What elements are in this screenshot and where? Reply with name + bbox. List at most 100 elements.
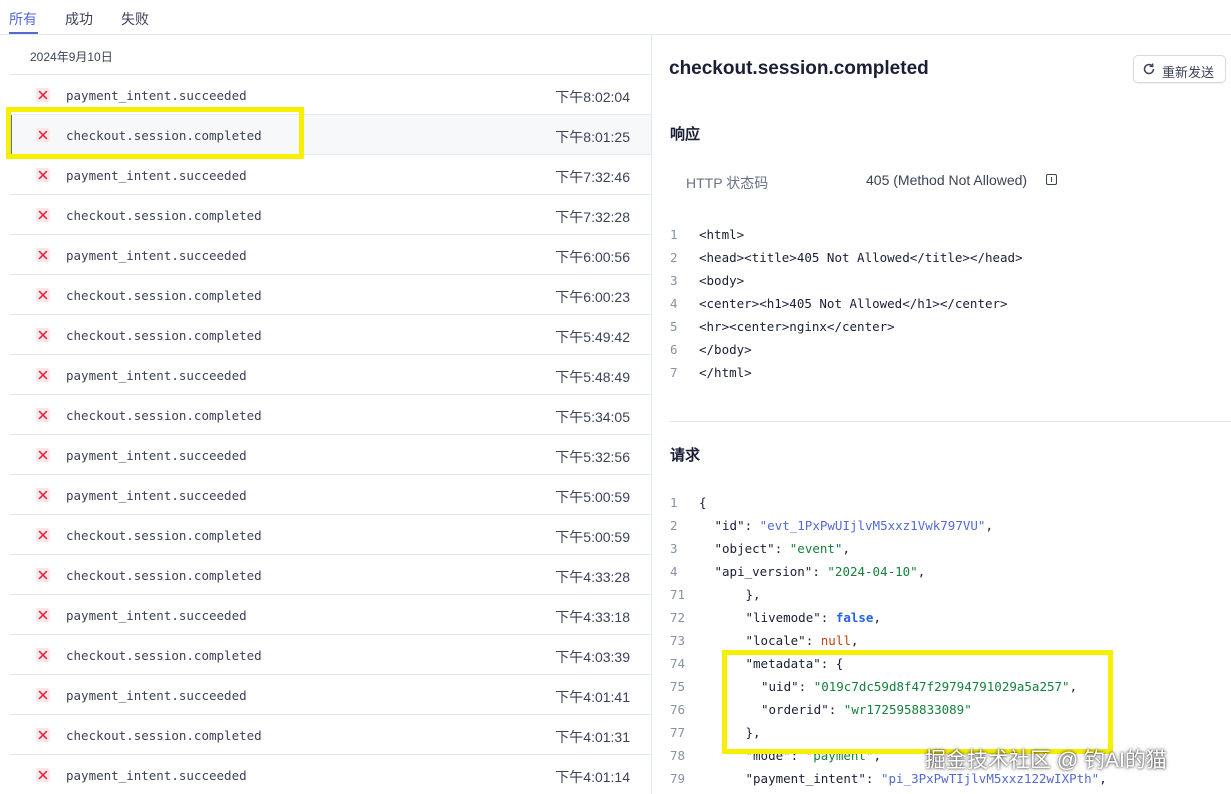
failed-status-icon xyxy=(36,648,50,662)
event-row[interactable]: payment_intent.succeeded 下午8:02:04 xyxy=(10,75,651,115)
line-number: 2 xyxy=(670,250,678,265)
event-row[interactable]: payment_intent.succeeded 下午4:01:14 xyxy=(10,755,651,794)
code-text: "object": "event", xyxy=(715,541,850,556)
resend-button-label: 重新发送 xyxy=(1162,65,1215,80)
event-time: 下午7:32:46 xyxy=(555,169,630,185)
failed-status-icon xyxy=(36,408,50,422)
code-token: "payment" xyxy=(805,748,874,763)
event-list: 2024年9月10日 payment_intent.succeeded 下午8:0… xyxy=(10,35,651,794)
section-divider xyxy=(669,421,1231,422)
event-row[interactable]: payment_intent.succeeded 下午4:33:18 xyxy=(10,595,651,635)
failed-status-icon xyxy=(36,448,50,462)
line-number: 1 xyxy=(670,495,678,510)
event-time: 下午4:01:41 xyxy=(555,689,630,705)
code-token: "019c7dc59d8f47f29794791029a5a257" xyxy=(813,679,1070,694)
event-time: 下午5:00:59 xyxy=(555,489,630,505)
code-text: "metadata": { xyxy=(746,656,844,671)
event-row[interactable]: payment_intent.succeeded 下午5:48:49 xyxy=(10,355,651,395)
code-token: "api_version": xyxy=(714,564,828,579)
date-group-header: 2024年9月10日 xyxy=(10,35,651,75)
tab-all[interactable]: 所有 xyxy=(9,9,37,29)
code-text: "orderid": "wr1725958833089" xyxy=(761,702,972,717)
event-type: payment_intent.succeeded xyxy=(66,168,247,183)
code-token: , xyxy=(842,541,850,556)
code-token: "wr1725958833089" xyxy=(843,702,972,717)
event-row[interactable]: checkout.session.completed 下午8:01:25 xyxy=(10,115,651,155)
date-label: 2024年9月10日 xyxy=(30,50,113,64)
event-row[interactable]: checkout.session.completed 下午5:34:05 xyxy=(10,395,651,435)
code-text: <html> xyxy=(699,227,745,242)
resend-button[interactable]: 重新发送 xyxy=(1133,55,1226,83)
code-token: }, xyxy=(745,587,761,602)
failed-status-icon xyxy=(36,608,50,622)
code-token: "event" xyxy=(789,541,843,556)
event-type: checkout.session.completed xyxy=(66,568,262,583)
line-number: 78 xyxy=(670,748,686,763)
event-row[interactable]: checkout.session.completed 下午6:00:23 xyxy=(10,275,651,315)
line-number: 4 xyxy=(670,296,678,311)
event-row[interactable]: checkout.session.completed 下午5:00:59 xyxy=(10,515,651,555)
event-type: payment_intent.succeeded xyxy=(66,448,247,463)
refresh-icon xyxy=(1142,62,1156,81)
event-row[interactable]: payment_intent.succeeded 下午5:32:56 xyxy=(10,435,651,475)
event-row[interactable]: checkout.session.completed 下午7:32:28 xyxy=(10,195,651,235)
failed-status-icon xyxy=(36,688,50,702)
event-row[interactable]: payment_intent.succeeded 下午4:01:41 xyxy=(10,675,651,715)
filter-tabs: 所有 成功 失败 xyxy=(0,0,1231,35)
line-number: 77 xyxy=(670,725,686,740)
event-type: checkout.session.completed xyxy=(66,208,262,223)
line-number: 72 xyxy=(670,610,686,625)
info-icon[interactable] xyxy=(1046,174,1057,185)
line-number: 5 xyxy=(670,319,678,334)
code-token: }, xyxy=(745,725,761,740)
code-text: "api_version": "2024-04-10", xyxy=(715,564,926,579)
event-row[interactable]: checkout.session.completed 下午4:33:28 xyxy=(10,555,651,595)
event-row[interactable]: payment_intent.succeeded 下午6:00:56 xyxy=(10,235,651,275)
event-time: 下午5:32:56 xyxy=(555,449,630,465)
event-type: checkout.session.completed xyxy=(66,528,262,543)
event-time: 下午5:49:42 xyxy=(555,329,630,345)
event-row[interactable]: payment_intent.succeeded 下午7:32:46 xyxy=(10,155,651,195)
tab-success[interactable]: 成功 xyxy=(65,9,93,29)
event-type: checkout.session.completed xyxy=(66,408,262,423)
failed-status-icon xyxy=(36,168,50,182)
response-heading: 响应 xyxy=(670,126,701,143)
code-token: "evt_1PxPwUIjlvM5xxz1Vwk797VU" xyxy=(759,518,986,533)
code-token: "metadata": { xyxy=(745,656,844,671)
active-tab-indicator xyxy=(9,32,38,34)
watermark: 掘金技术社区 @ 钓AI的猫 xyxy=(925,749,1167,772)
event-row[interactable]: checkout.session.completed 下午4:01:31 xyxy=(10,715,651,755)
event-type: payment_intent.succeeded xyxy=(66,688,247,703)
event-time: 下午4:03:39 xyxy=(555,649,630,665)
code-text: "locale": null, xyxy=(746,633,859,648)
event-row[interactable]: checkout.session.completed 下午4:03:39 xyxy=(10,635,651,675)
line-number: 7 xyxy=(670,365,678,380)
failed-status-icon xyxy=(36,528,50,542)
event-time: 下午6:00:23 xyxy=(555,289,630,305)
event-type: payment_intent.succeeded xyxy=(66,88,247,103)
failed-status-icon xyxy=(36,88,50,102)
event-time: 下午6:00:56 xyxy=(555,249,630,265)
http-status-value: 405 (Method Not Allowed) xyxy=(866,172,1028,188)
tab-failed[interactable]: 失败 xyxy=(121,9,149,29)
event-row[interactable]: payment_intent.succeeded 下午5:00:59 xyxy=(10,475,651,515)
line-number: 75 xyxy=(670,679,686,694)
failed-status-icon xyxy=(36,368,50,382)
line-number: 6 xyxy=(670,342,678,357)
line-number: 3 xyxy=(670,273,678,288)
code-token: "locale": xyxy=(745,633,821,648)
event-type: checkout.session.completed xyxy=(66,728,262,743)
line-number: 71 xyxy=(670,587,686,602)
code-text: }, xyxy=(746,587,761,602)
event-time: 下午5:00:59 xyxy=(555,529,630,545)
code-text: "uid": "019c7dc59d8f47f29794791029a5a257… xyxy=(761,679,1077,694)
code-text: </html> xyxy=(699,365,752,380)
line-number: 4 xyxy=(670,564,678,579)
code-text: }, xyxy=(746,725,761,740)
code-text: <center><h1>405 Not Allowed</h1></center… xyxy=(699,296,1008,311)
code-token: , xyxy=(985,518,993,533)
line-number: 2 xyxy=(670,518,678,533)
event-time: 下午8:02:04 xyxy=(555,89,630,105)
code-token: , xyxy=(1069,679,1078,694)
event-row[interactable]: checkout.session.completed 下午5:49:42 xyxy=(10,315,651,355)
